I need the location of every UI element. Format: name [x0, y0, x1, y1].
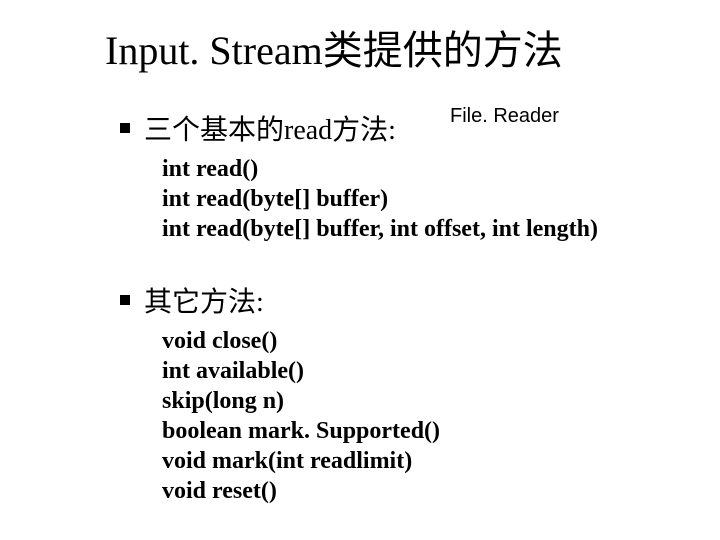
list-item: int read()	[162, 154, 598, 184]
list-item: int read(byte[] buffer)	[162, 184, 598, 214]
list-item: int read(byte[] buffer, int offset, int …	[162, 214, 598, 244]
section-heading: 其它方法:	[144, 280, 264, 320]
list-item: void close()	[162, 326, 440, 356]
bullet-item: 其它方法:	[120, 280, 440, 320]
list-item: int available()	[162, 356, 440, 386]
section-read-methods: 三个基本的read方法: int read() int read(byte[] …	[120, 108, 598, 244]
square-bullet-icon	[120, 123, 130, 133]
square-bullet-icon	[120, 295, 130, 305]
slide: Input. Stream类提供的方法 File. Reader 三个基本的re…	[0, 0, 720, 540]
method-list: int read() int read(byte[] buffer) int r…	[162, 154, 598, 244]
section-heading: 三个基本的read方法:	[144, 108, 396, 148]
list-item: boolean mark. Supported()	[162, 416, 440, 446]
bullet-item: 三个基本的read方法:	[120, 108, 598, 148]
list-item: skip(long n)	[162, 386, 440, 416]
list-item: void reset()	[162, 476, 440, 506]
slide-title: Input. Stream类提供的方法	[105, 18, 563, 76]
method-list: void close() int available() skip(long n…	[162, 326, 440, 506]
list-item: void mark(int readlimit)	[162, 446, 440, 476]
section-other-methods: 其它方法: void close() int available() skip(…	[120, 280, 440, 506]
